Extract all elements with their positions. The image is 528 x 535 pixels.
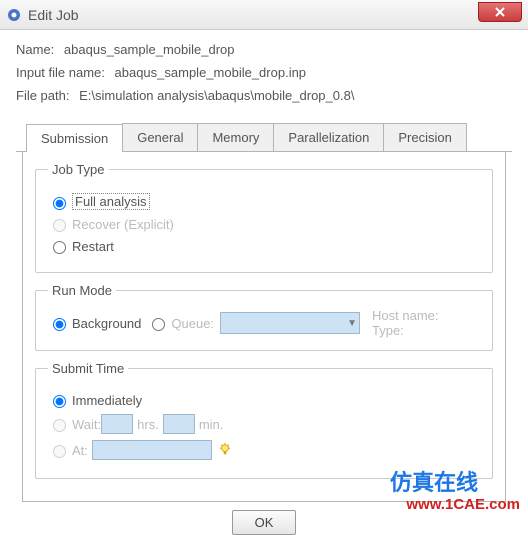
app-icon <box>6 7 22 23</box>
tab-parallelization[interactable]: Parallelization <box>273 123 384 151</box>
restart-option[interactable]: Restart <box>48 238 480 254</box>
recover-label: Recover (Explicit) <box>72 217 174 232</box>
queue-radio[interactable] <box>152 318 165 331</box>
restart-radio[interactable] <box>53 241 66 254</box>
at-label: At: <box>72 443 88 458</box>
wait-hrs-input <box>101 414 133 434</box>
restart-label: Restart <box>72 239 114 254</box>
immediately-option[interactable]: Immediately <box>48 392 480 408</box>
submission-panel: Job Type Full analysis Recover (Explicit… <box>22 152 506 502</box>
recover-option: Recover (Explicit) <box>48 216 480 232</box>
tab-precision[interactable]: Precision <box>383 123 466 151</box>
wait-option: Wait: hrs. min. <box>48 414 480 434</box>
input-file-row: Input file name: abaqus_sample_mobile_dr… <box>16 65 512 80</box>
at-radio <box>53 445 66 458</box>
name-label: Name: <box>16 42 54 57</box>
full-analysis-option[interactable]: Full analysis <box>48 193 480 210</box>
immediately-label: Immediately <box>72 393 142 408</box>
ok-button[interactable]: OK <box>232 510 297 535</box>
tab-bar: Submission General Memory Parallelizatio… <box>16 123 512 152</box>
window-title: Edit Job <box>28 7 79 23</box>
immediately-radio[interactable] <box>53 395 66 408</box>
close-icon <box>495 7 505 17</box>
file-path-value: E:\simulation analysis\abaqus\mobile_dro… <box>79 88 354 103</box>
queue-label: Queue: <box>171 316 214 331</box>
hrs-label: hrs. <box>137 417 159 432</box>
at-time-input <box>92 440 212 460</box>
file-path-label: File path: <box>16 88 69 103</box>
job-type-group: Job Type Full analysis Recover (Explicit… <box>35 162 493 273</box>
input-file-label: Input file name: <box>16 65 105 80</box>
host-info: Host name: Type: <box>372 308 438 338</box>
wait-radio <box>53 419 66 432</box>
min-label: min. <box>199 417 224 432</box>
button-bar: OK <box>16 510 512 535</box>
input-file-value: abaqus_sample_mobile_drop.inp <box>115 65 307 80</box>
background-label: Background <box>72 316 141 331</box>
dialog-content: Name: abaqus_sample_mobile_drop Input fi… <box>0 30 528 535</box>
queue-option[interactable]: Queue: <box>147 315 214 331</box>
close-button[interactable] <box>478 2 522 22</box>
background-radio[interactable] <box>53 318 66 331</box>
host-name-label: Host name: <box>372 308 438 323</box>
run-mode-legend: Run Mode <box>48 283 116 298</box>
full-analysis-label: Full analysis <box>72 193 150 210</box>
queue-combo[interactable]: ▼ <box>220 312 360 334</box>
title-bar: Edit Job <box>0 0 528 30</box>
full-analysis-radio[interactable] <box>53 197 66 210</box>
at-option: At: <box>48 440 480 460</box>
name-value: abaqus_sample_mobile_drop <box>64 42 235 57</box>
tab-memory[interactable]: Memory <box>197 123 274 151</box>
wait-label: Wait: <box>72 417 101 432</box>
background-option[interactable]: Background <box>48 315 141 331</box>
file-path-row: File path: E:\simulation analysis\abaqus… <box>16 88 512 103</box>
tab-submission[interactable]: Submission <box>26 124 123 152</box>
chevron-down-icon: ▼ <box>347 318 357 329</box>
tab-general[interactable]: General <box>122 123 198 151</box>
recover-radio <box>53 219 66 232</box>
type-label: Type: <box>372 323 438 338</box>
run-mode-group: Run Mode Background Queue: ▼ Host name: … <box>35 283 493 351</box>
submit-time-group: Submit Time Immediately Wait: hrs. min. … <box>35 361 493 479</box>
lightbulb-icon[interactable] <box>218 442 232 459</box>
name-row: Name: abaqus_sample_mobile_drop <box>16 42 512 57</box>
wait-min-input <box>163 414 195 434</box>
job-type-legend: Job Type <box>48 162 109 177</box>
submit-time-legend: Submit Time <box>48 361 128 376</box>
